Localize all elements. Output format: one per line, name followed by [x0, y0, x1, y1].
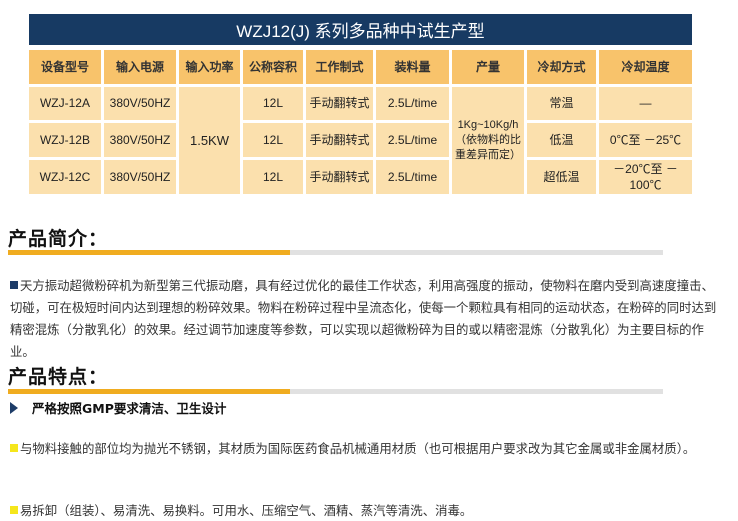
square-bullet-icon — [10, 444, 18, 452]
features-subheading-text: 严格按照GMP要求清洁、卫生设计 — [32, 401, 227, 416]
row-a-cooling: 常温 — [527, 87, 596, 120]
row-a-model: WZJ-12A — [29, 87, 101, 120]
row-c-temp: －20℃至 －100℃ — [599, 160, 692, 194]
row-b-model: WZJ-12B — [29, 123, 101, 157]
row-b-cooling: 低温 — [527, 123, 596, 157]
row-c-load: 2.5L/time — [376, 160, 449, 194]
output-line-1: 1Kg~10Kg/h — [457, 119, 519, 132]
row-b-load: 2.5L/time — [376, 123, 449, 157]
header-load: 装料量 — [376, 50, 449, 84]
output-cell: 1Kg~10Kg/h （依物料的比 重差异而定） — [452, 87, 524, 194]
row-b-temp: 0℃至 －25℃ — [599, 123, 692, 157]
square-bullet-icon — [10, 506, 18, 514]
row-b-volume: 12L — [243, 123, 303, 157]
row-c-mode: 手动翻转式 — [306, 160, 373, 194]
chevron-right-icon — [10, 402, 18, 414]
features-divider-accent — [8, 389, 290, 394]
header-output: 产量 — [452, 50, 524, 84]
feature-item: 易拆卸（组装）、易清洗、易换料。可用水、压缩空气、酒精、蒸汽等清洗、消毒。 — [10, 500, 725, 521]
intro-divider — [8, 250, 663, 255]
square-bullet-icon — [10, 281, 18, 289]
features-divider — [8, 389, 663, 394]
row-a-temp: — — [599, 87, 692, 120]
intro-heading: 产品简介： — [8, 228, 109, 250]
intro-text: 天方振动超微粉碎机为新型第三代振动磨，具有经过优化的最佳工作状态，利用高强度的振… — [10, 278, 717, 359]
row-a-power-supply: 380V/50HZ — [104, 87, 176, 120]
feature-item-text: 易拆卸（组装）、易清洗、易换料。可用水、压缩空气、酒精、蒸汽等清洗、消毒。 — [20, 503, 473, 518]
spec-table: 设备型号 输入电源 输入功率 公称容积 工作制式 装料量 产量 冷却方式 冷却温… — [29, 50, 692, 194]
header-cooling: 冷却方式 — [527, 50, 596, 84]
intro-paragraph: 天方振动超微粉碎机为新型第三代振动磨，具有经过优化的最佳工作状态，利用高强度的振… — [10, 275, 720, 363]
output-line-2: （依物料的比 — [455, 134, 521, 147]
row-c-cooling: 超低温 — [527, 160, 596, 194]
row-a-mode: 手动翻转式 — [306, 87, 373, 120]
table-title: WZJ12(J) 系列多品种中试生产型 — [29, 14, 692, 45]
row-b-power-supply: 380V/50HZ — [104, 123, 176, 157]
feature-item: 与物料接触的部位均为抛光不锈钢，其材质为国际医药食品机械通用材质（也可根据用户要… — [10, 438, 725, 459]
features-subheading: 严格按照GMP要求清洁、卫生设计 — [10, 398, 226, 417]
feature-item-text: 与物料接触的部位均为抛光不锈钢，其材质为国际医药食品机械通用材质（也可根据用户要… — [20, 441, 696, 456]
input-power-cell: 1.5KW — [179, 87, 240, 194]
intro-divider-accent — [8, 250, 290, 255]
row-c-power-supply: 380V/50HZ — [104, 160, 176, 194]
row-c-model: WZJ-12C — [29, 160, 101, 194]
row-a-load: 2.5L/time — [376, 87, 449, 120]
header-power-supply: 输入电源 — [104, 50, 176, 84]
header-input-power: 输入功率 — [179, 50, 240, 84]
row-b-mode: 手动翻转式 — [306, 123, 373, 157]
row-a-volume: 12L — [243, 87, 303, 120]
header-volume: 公称容积 — [243, 50, 303, 84]
header-model: 设备型号 — [29, 50, 101, 84]
header-temp: 冷却温度 — [599, 50, 692, 84]
output-line-3: 重差异而定） — [455, 148, 521, 161]
header-mode: 工作制式 — [306, 50, 373, 84]
row-c-volume: 12L — [243, 160, 303, 194]
features-heading: 产品特点： — [8, 366, 109, 388]
